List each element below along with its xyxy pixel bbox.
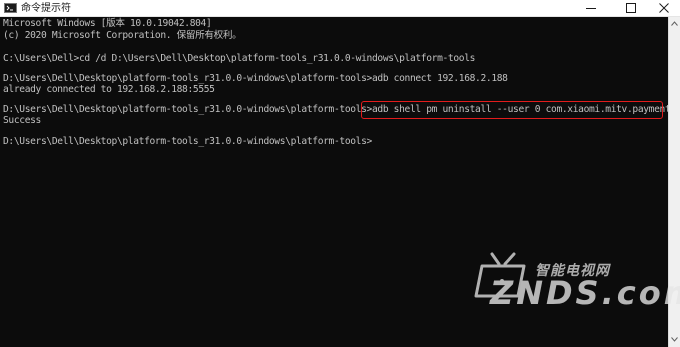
minimize-icon [586, 8, 596, 9]
console-line: Microsoft Windows [版本 10.0.19042.804] [3, 18, 212, 29]
watermark-en-text: ZNDS.com [490, 274, 680, 312]
close-button[interactable] [648, 0, 680, 16]
scroll-down-arrow-icon[interactable] [671, 337, 678, 342]
close-icon [659, 3, 669, 13]
console-line: (c) 2020 Microsoft Corporation. 保留所有权利。 [3, 30, 242, 41]
maximize-icon [626, 3, 636, 13]
console-line: D:\Users\Dell\Desktop\platform-tools_r31… [3, 136, 372, 147]
znds-watermark: 智能电视网 ZNDS.com [470, 248, 680, 318]
minimize-button[interactable] [575, 0, 607, 16]
maximize-button[interactable] [615, 0, 647, 16]
console-line: already connected to 192.168.2.188:5555 [3, 84, 215, 95]
highlighted-command-box [361, 101, 663, 119]
console-line: Success [3, 115, 41, 126]
console-line: C:\Users\Dell>cd /d D:\Users\Dell\Deskto… [3, 53, 476, 64]
title-bar[interactable]: 命令提示符 [0, 0, 680, 17]
command-prompt-window: 命令提示符 Microsoft Windows [版本 10.0.19042.8… [0, 0, 680, 347]
window-title: 命令提示符 [21, 3, 71, 14]
scroll-up-arrow-icon[interactable] [671, 21, 678, 26]
console-icon [4, 3, 17, 13]
